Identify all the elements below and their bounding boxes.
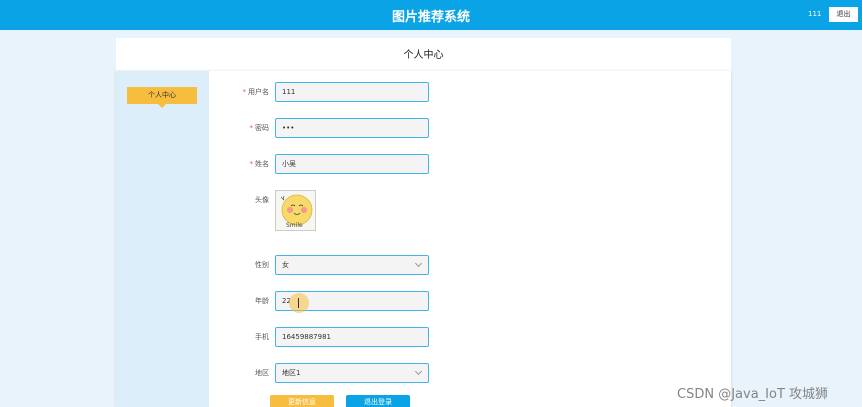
app-title: 图片推荐系统	[391, 10, 470, 25]
avatar-caption: Smile	[286, 222, 303, 229]
region-label: 地区	[255, 369, 269, 377]
region-select[interactable]: 地区1	[275, 363, 429, 383]
sidebar-item-profile[interactable]: 个人中心	[127, 87, 197, 108]
watermark: CSDN @Java_IoT 攻城狮	[677, 387, 829, 402]
text-cursor-icon	[298, 298, 300, 308]
sidebar: 个人中心	[116, 71, 209, 407]
username-label: * 用户名	[242, 88, 270, 96]
name-input[interactable]	[275, 154, 429, 174]
page-header: 个人中心	[116, 38, 731, 71]
gender-label: 性别	[255, 261, 269, 269]
name-label: * 姓名	[249, 160, 270, 168]
update-info-button[interactable]: 更新信息	[270, 395, 334, 407]
top-bar: 图片推荐系统 111 退出	[0, 0, 862, 30]
age-label: 年龄	[255, 297, 269, 305]
phone-label: 手机	[255, 333, 269, 341]
gender-select[interactable]: 女	[275, 255, 429, 275]
header-logout-button[interactable]: 退出	[829, 7, 858, 22]
password-label: * 密码	[249, 124, 270, 132]
current-username: 111	[808, 10, 822, 18]
page-title: 个人中心	[403, 50, 444, 61]
avatar-label: 头像	[255, 196, 269, 204]
phone-input[interactable]	[275, 327, 429, 347]
avatar-image[interactable]: Smile	[275, 190, 316, 231]
logout-button[interactable]: 退出登录	[346, 395, 410, 407]
username-input[interactable]	[275, 82, 429, 102]
password-input[interactable]	[275, 118, 429, 138]
